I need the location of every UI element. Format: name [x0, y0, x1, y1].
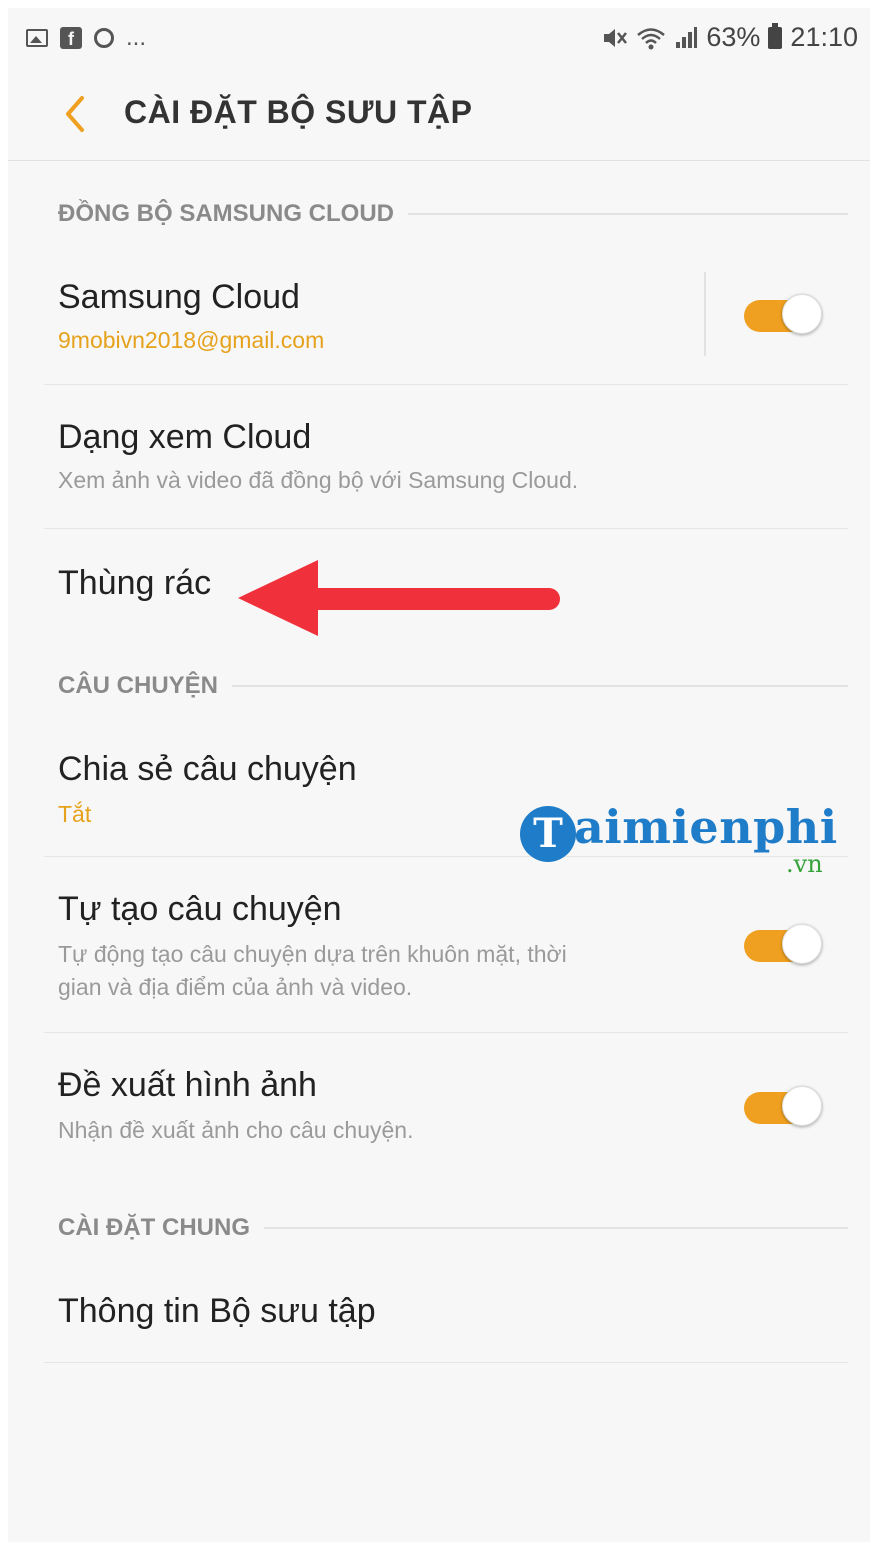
item-title: Dạng xem Cloud	[58, 418, 312, 456]
setting-samsung-cloud[interactable]: Samsung Cloud 9mobivn2018@gmail.com	[44, 256, 848, 385]
status-bar: f ... 63% 21:10	[8, 8, 870, 68]
section-header-general: CÀI ĐẶT CHUNG	[58, 1208, 848, 1248]
section-label: CÀI ĐẶT CHUNG	[58, 1214, 250, 1241]
item-subtitle: Nhận đề xuất ảnh cho câu chuyện.	[58, 1117, 414, 1143]
setting-about[interactable]: Thông tin Bộ sưu tập	[44, 1266, 848, 1363]
item-title: Đề xuất hình ảnh	[58, 1066, 317, 1104]
page-title: CÀI ĐẶT BỘ SƯU TẬP	[124, 94, 473, 130]
facebook-icon: f	[60, 27, 82, 49]
section-header-sync: ĐỒNG BỘ SAMSUNG CLOUD	[58, 194, 848, 234]
item-title: Samsung Cloud	[58, 278, 300, 316]
image-icon	[26, 29, 48, 47]
annotation-arrow	[238, 560, 560, 636]
battery-icon	[768, 22, 783, 49]
item-title: Tự tạo câu chuyện	[58, 890, 342, 928]
section-divider	[232, 685, 848, 687]
settings-screen: f ... 63% 21:10 CÀI ĐẶT BỘ SƯU TẬP ĐỒNG …	[8, 8, 870, 1542]
clock: 21:10	[790, 22, 858, 52]
item-title: Chia sẻ câu chuyện	[58, 750, 357, 788]
item-subtitle-line2: gian và địa điểm của ảnh và video.	[58, 974, 413, 1000]
section-divider	[264, 1227, 848, 1229]
vertical-divider	[704, 272, 706, 356]
item-title: Thông tin Bộ sưu tập	[58, 1292, 376, 1330]
account-email: 9mobivn2018@gmail.com	[58, 327, 325, 353]
toggle-thumb	[782, 1086, 822, 1126]
watermark-letter: T	[520, 806, 576, 862]
chevron-left-icon	[66, 96, 84, 132]
toggle-thumb	[782, 924, 822, 964]
toggle-thumb	[782, 294, 822, 334]
setting-cloud-view[interactable]: Dạng xem Cloud Xem ảnh và video đã đồng …	[44, 384, 848, 529]
section-label: CÂU CHUYỆN	[58, 672, 219, 699]
item-status: Tắt	[58, 801, 92, 827]
auto-story-toggle[interactable]	[742, 922, 822, 968]
battery-percent: 63%	[706, 22, 761, 52]
item-subtitle-line1: Tự động tạo câu chuyện dựa trên khuôn mặ…	[58, 941, 567, 967]
item-title: Thùng rác	[58, 564, 212, 602]
back-button[interactable]	[56, 92, 96, 136]
item-subtitle: Xem ảnh và video đã đồng bộ với Samsung …	[58, 467, 579, 493]
signal-icon	[676, 26, 698, 48]
mute-icon	[604, 28, 628, 47]
app-header: CÀI ĐẶT BỘ SƯU TẬP	[8, 68, 870, 161]
setting-auto-story[interactable]: Tự tạo câu chuyện Tự động tạo câu chuyện…	[44, 856, 848, 1033]
circle-app-icon	[94, 28, 114, 48]
section-label: ĐỒNG BỘ SAMSUNG CLOUD	[58, 200, 394, 227]
section-divider	[408, 213, 848, 215]
wifi-icon	[637, 27, 666, 49]
section-header-stories: CÂU CHUYỆN	[58, 666, 848, 706]
suggest-images-toggle[interactable]	[742, 1084, 822, 1130]
more-notifications: ...	[126, 24, 147, 51]
samsung-cloud-toggle[interactable]	[742, 292, 822, 338]
setting-suggest-images[interactable]: Đề xuất hình ảnh Nhận đề xuất ảnh cho câ…	[44, 1032, 848, 1176]
watermark-text: aimienphi	[574, 800, 838, 854]
